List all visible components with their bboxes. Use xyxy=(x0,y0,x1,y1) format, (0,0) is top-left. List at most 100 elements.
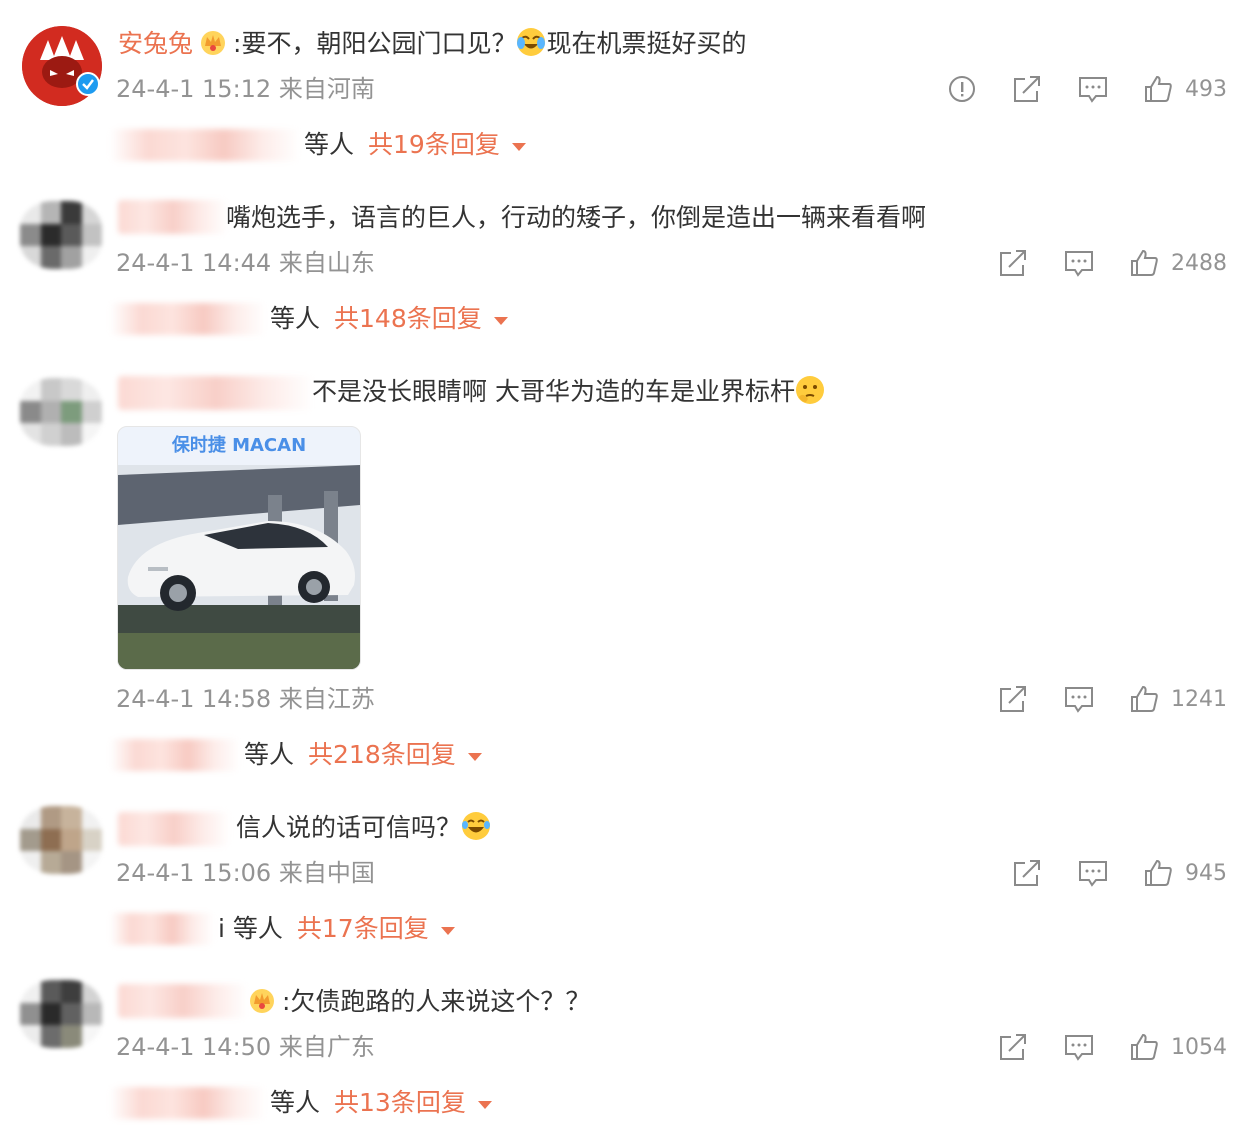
caret-down-icon xyxy=(477,1101,492,1109)
comment-meta: 24-4-1 14:50 来自广东 xyxy=(116,1033,375,1061)
thumbs-up-icon xyxy=(1131,249,1158,276)
share-icon xyxy=(1014,76,1040,102)
replies-toggle[interactable]: 等人 共218条回复 xyxy=(110,737,482,773)
report-icon xyxy=(949,76,975,102)
share-button[interactable] xyxy=(997,248,1029,278)
reply-count: 共17条回复 xyxy=(296,914,429,943)
comment-item: :欠债跑路的人来说这个？？ 24-4-1 14:50 来自广东 1054 等人 … xyxy=(0,958,1249,1146)
comment-button[interactable] xyxy=(1077,858,1109,888)
reply-prefix: 等人 xyxy=(270,1088,321,1117)
comment-image[interactable]: 保时捷 MACAN xyxy=(117,426,361,670)
reply-count: 共13条回复 xyxy=(334,1088,466,1117)
like-button[interactable]: 493 xyxy=(1143,74,1227,104)
like-count: 1054 xyxy=(1171,1034,1227,1060)
comment-text-part1: 不是没长眼睛啊 大哥华为造的车是业界标杆 xyxy=(312,377,795,406)
thumbs-up-icon xyxy=(1145,859,1172,886)
share-icon xyxy=(1000,686,1026,712)
avatar[interactable] xyxy=(20,806,102,874)
cry-laugh-emoji-icon xyxy=(517,28,546,56)
comment-actions: 493 xyxy=(913,73,1227,105)
like-button[interactable]: 2488 xyxy=(1129,248,1227,278)
comment-button[interactable] xyxy=(1063,248,1095,278)
share-button[interactable] xyxy=(1011,74,1043,104)
username-blurred[interactable] xyxy=(118,984,248,1018)
thinking-emoji-icon xyxy=(795,376,824,404)
comment-actions: 1054 xyxy=(963,1031,1227,1063)
like-count: 493 xyxy=(1185,76,1227,102)
comment-button[interactable] xyxy=(1063,1032,1095,1062)
caret-down-icon xyxy=(467,753,482,761)
replier-names-blurred xyxy=(110,303,266,335)
share-button[interactable] xyxy=(997,684,1029,714)
comment-text-part1: :欠债跑路的人来说这个？？ xyxy=(282,987,591,1016)
username-blurred[interactable] xyxy=(118,376,314,410)
comment-button[interactable] xyxy=(1077,74,1109,104)
replies-toggle[interactable]: 等人 共13条回复 xyxy=(110,1085,492,1121)
reply-prefix: 等人 xyxy=(270,304,321,333)
comment-icon xyxy=(1065,687,1093,713)
reply-prefix: 等人 xyxy=(244,740,295,769)
comment-meta: 24-4-1 15:06 来自中国 xyxy=(116,859,375,887)
replies-toggle[interactable]: 等人 共19条回复 xyxy=(110,127,526,163)
replier-names-blurred xyxy=(110,1087,266,1119)
comment-button[interactable] xyxy=(1063,684,1095,714)
comment-icon xyxy=(1079,77,1107,103)
comment-text-part1: 信人说的话可信吗？ xyxy=(236,813,462,842)
comment-text-part1: :要不，朝阳公园门口见？ xyxy=(233,29,517,58)
comment-text: 不是没长眼睛啊 大哥华为造的车是业界标杆 xyxy=(312,375,825,409)
comment-item: 嘴炮选手，语言的巨人，行动的矮子，你倒是造出一辆来看看啊 24-4-1 14:4… xyxy=(0,174,1249,348)
image-title: 保时捷 MACAN xyxy=(171,435,307,456)
comment-icon xyxy=(1065,251,1093,277)
share-icon xyxy=(1000,1034,1026,1060)
reply-count: 共19条回复 xyxy=(368,130,500,159)
share-button[interactable] xyxy=(997,1032,1029,1062)
car-photo-icon xyxy=(118,465,360,669)
like-button[interactable]: 945 xyxy=(1143,858,1227,888)
comment-actions: 1241 xyxy=(963,683,1227,715)
comment-text: 安兔兔 :要不，朝阳公园门口见？ 现在机票挺好买的 xyxy=(118,27,746,61)
laugh-emoji-icon xyxy=(462,812,491,840)
comment-meta: 24-4-1 14:58 来自江苏 xyxy=(116,685,375,713)
username-blurred[interactable] xyxy=(118,200,228,234)
share-button[interactable] xyxy=(1011,858,1043,888)
reply-prefix: i 等人 xyxy=(218,914,283,943)
username-link[interactable]: 安兔兔 xyxy=(118,29,193,58)
thumbs-up-icon xyxy=(1131,1033,1158,1060)
thumbs-up-icon xyxy=(1145,75,1172,102)
username-blurred[interactable] xyxy=(118,812,230,846)
comment-text-part1: 嘴炮选手，语言的巨人，行动的矮子，你倒是造出一辆来看看啊 xyxy=(226,203,927,232)
thumbs-up-icon xyxy=(1131,685,1158,712)
caret-down-icon xyxy=(493,317,508,325)
caret-down-icon xyxy=(511,143,526,151)
comment-text: :欠债跑路的人来说这个？？ xyxy=(248,985,590,1019)
reply-prefix: 等人 xyxy=(304,130,355,159)
crown-icon xyxy=(201,31,226,55)
reply-count: 共148条回复 xyxy=(334,304,482,333)
like-count: 2488 xyxy=(1171,250,1227,276)
comment-text: 嘴炮选手，语言的巨人，行动的矮子，你倒是造出一辆来看看啊 xyxy=(226,201,926,235)
like-button[interactable]: 1054 xyxy=(1129,1032,1227,1062)
replies-toggle[interactable]: i 等人 共17条回复 xyxy=(110,911,455,947)
avatar[interactable] xyxy=(20,201,102,269)
comment-item: 不是没长眼睛啊 大哥华为造的车是业界标杆 保时捷 MACAN 24-4-1 14… xyxy=(0,348,1249,784)
verified-badge-icon xyxy=(76,72,100,96)
comment-icon xyxy=(1065,1035,1093,1061)
replier-names-blurred xyxy=(110,913,214,945)
comment-item: 信人说的话可信吗？ 24-4-1 15:06 来自中国 945 i 等人 共17… xyxy=(0,784,1249,958)
replier-names-blurred xyxy=(110,129,300,161)
comment-actions: 2488 xyxy=(963,247,1227,279)
like-button[interactable]: 1241 xyxy=(1129,684,1227,714)
caret-down-icon xyxy=(440,927,455,935)
crown-icon xyxy=(250,989,274,1013)
comment-meta: 24-4-1 15:12 来自河南 xyxy=(116,75,375,103)
report-button[interactable] xyxy=(947,74,977,104)
replies-toggle[interactable]: 等人 共148条回复 xyxy=(110,301,508,337)
avatar[interactable] xyxy=(20,980,102,1048)
comment-text-part2: 现在机票挺好买的 xyxy=(546,29,747,58)
avatar[interactable] xyxy=(20,378,102,446)
comment-item: 安兔兔 :要不，朝阳公园门口见？ 现在机票挺好买的 24-4-1 15:12 来自河… xyxy=(0,0,1249,174)
comment-icon xyxy=(1079,861,1107,887)
like-count: 1241 xyxy=(1171,686,1227,712)
comment-text: 信人说的话可信吗？ xyxy=(236,811,491,845)
replier-names-blurred xyxy=(110,739,240,771)
